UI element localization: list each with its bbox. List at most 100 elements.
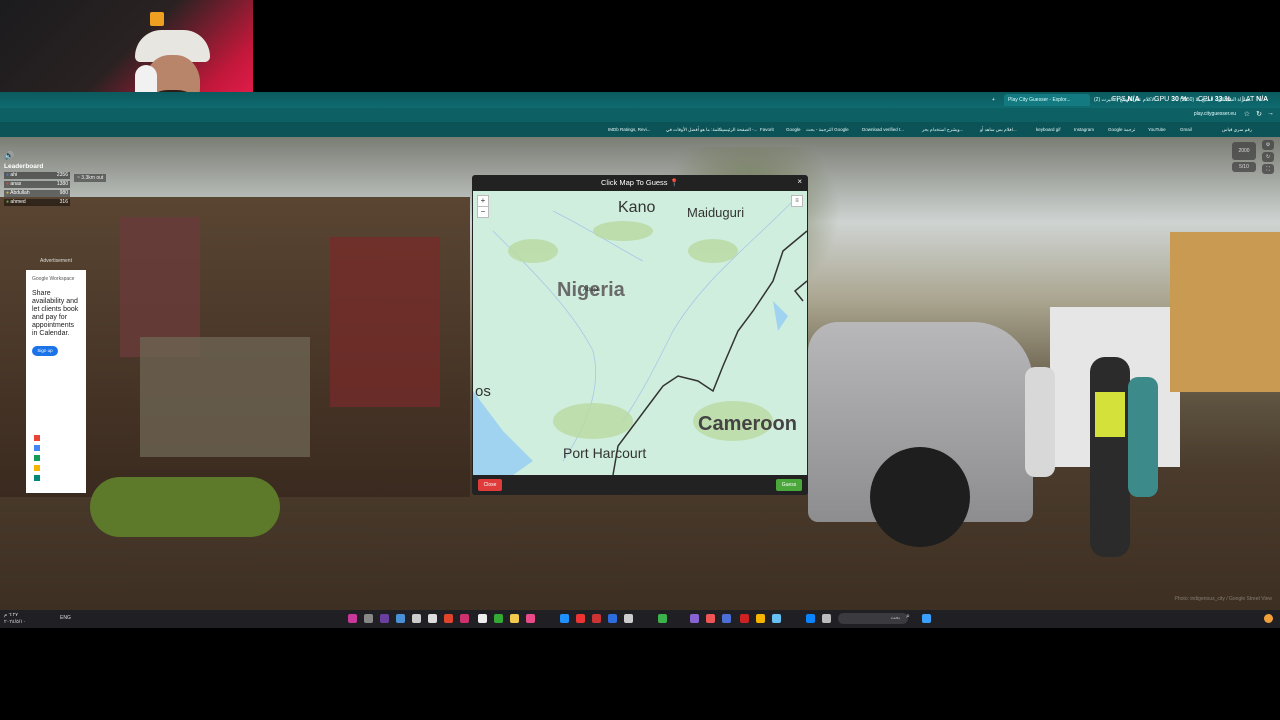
browser-tab-bar: + Play City Guesser - Explor... (2) الاك… [0,92,1280,108]
bookmark-item[interactable]: Favorit [760,122,774,137]
map-label-maiduguri: Maiduguri [687,205,745,220]
watermark: Photo: indigenous_city / Google Street V… [1174,596,1272,602]
distance-hint: ~ 3.3km out [74,174,107,182]
app-icon[interactable] [444,614,453,623]
app-icon[interactable] [822,614,831,623]
instagram-icon[interactable] [460,614,469,623]
tab-cityguesser[interactable]: Play City Guesser - Explor... [1004,94,1090,106]
guess-map[interactable]: Kano Maiduguri Nigeria Abuja os Cameroon… [473,191,807,475]
leaderboard-row: ● Abdullah 980 [4,190,70,197]
language-indicator[interactable]: ENG [60,615,71,621]
map-label-cameroon: Cameroon [698,413,797,435]
taskbar-search[interactable]: بحث [838,613,908,624]
ad-label: Advertisement [40,258,72,264]
ad-brand: Google Workspace [32,276,75,282]
guess-button[interactable]: Guess [776,479,802,491]
zoom-out-button[interactable]: − [477,206,489,218]
dialog-close-x[interactable]: × [797,177,802,186]
pedestrian [1128,377,1158,497]
app-icon[interactable] [364,614,373,623]
bookmark-item[interactable]: كلمة: ما هو أفضل الأوقات في... [666,122,725,137]
leaderboard-title: Leaderboard [4,163,44,170]
gpu-readout: GPU 30 % [1154,96,1188,103]
app-icon[interactable] [412,614,421,623]
round-counter: 5/10 [1232,162,1256,172]
map-label-port-harcourt: Port Harcourt [563,445,647,461]
bookmark-item[interactable]: Instagram [1074,122,1094,137]
bookmark-item[interactable]: YouTube [1148,122,1166,137]
meet-icon [34,475,40,481]
bookmark-item[interactable]: Google [786,122,801,137]
app-icon[interactable] [608,614,617,623]
bookmark-item[interactable]: الصفحة الرئيسية -... [720,122,757,137]
ad-body: Share availability and let clients book … [32,290,79,337]
app-icon[interactable] [560,614,569,623]
app-icon[interactable] [706,614,715,623]
app-icon[interactable] [690,614,699,623]
bookmark-item[interactable]: افلام بس ساهد أو... [980,122,1017,137]
url-text[interactable]: play.cityguesser.eu [1194,111,1236,117]
fps-readout: FPS N/A [1112,96,1140,103]
bookmark-item[interactable]: IMDb Ratings, Revi... [608,122,651,137]
cpu-readout: CPU 33 % [1198,96,1231,103]
car-wheel [870,447,970,547]
app-icon[interactable] [428,614,437,623]
speaker-icon[interactable]: 🔊 [4,151,14,160]
app-icon[interactable] [576,614,585,623]
map-label-kano: Kano [618,199,656,216]
app-icon[interactable] [526,614,535,623]
layers-icon[interactable]: ≡ [791,195,803,207]
drive-icon [34,455,40,461]
fruit-stand [90,477,280,537]
question-block-icon [150,12,164,26]
bookmark-item[interactable]: Download verified t... [862,122,904,137]
gmail-icon [34,435,40,441]
search-icon[interactable]: ⌕ [906,613,910,621]
chrome-icon[interactable] [756,614,765,623]
app-icon[interactable] [494,614,503,623]
app-icon[interactable] [740,614,749,623]
app-icon[interactable] [624,614,633,623]
close-button[interactable]: Close [478,479,502,491]
guess-map-dialog: Click Map To Guess 📍 × Kano Maiduguri Ni… [472,175,808,495]
steam-icon[interactable] [772,614,781,623]
folder-icon[interactable] [510,614,519,623]
refresh-icon[interactable]: ↻ [1262,152,1274,162]
app-icon[interactable] [396,614,405,623]
leaderboard-row: ● ahmed 316 [4,199,70,206]
edge-icon[interactable] [806,614,815,623]
fullscreen-icon[interactable]: ⛶ [1262,164,1274,174]
bookmark-item[interactable]: keyboard gif [1036,122,1061,137]
bookmark-item[interactable]: رقم سري قياس [1222,122,1252,137]
bookmark-item[interactable]: ويشرح استخدام بحر... [922,122,963,137]
pedestrian-yellow-top [1095,392,1125,437]
leaderboard-row: ● anas 1380 [4,181,70,188]
bookmark-star-icon[interactable]: ☆ [1244,110,1250,118]
bookmark-item[interactable]: Google ترجمة [1108,122,1135,137]
refresh-icon[interactable]: ↻ [1256,110,1262,118]
app-icon[interactable] [380,614,389,623]
map-pin-icon: 📍 [669,178,679,187]
pedestrian [1090,357,1130,557]
settings-icon[interactable]: ⚙ [1262,140,1274,150]
hanging-clothes [120,217,200,357]
app-icon[interactable] [348,614,357,623]
weather-icon[interactable] [1264,614,1273,623]
app-icon[interactable] [658,614,667,623]
ad-cta-button[interactable]: Sign up [32,346,58,356]
advertisement[interactable]: Google Workspace Share availability and … [26,270,86,493]
back-icon[interactable]: → [1267,110,1274,117]
bookmarks-bar: رقم سري قياس Gmail YouTube Google ترجمة … [0,122,1280,137]
new-tab-button[interactable]: + [992,94,995,106]
start-button[interactable] [922,614,931,623]
windows-taskbar: ٦:٢٧ م ٢٠٢٤/٥/١٠ ENG بحث ⌕ [0,610,1280,628]
keep-icon [34,465,40,471]
x-icon[interactable] [478,614,487,623]
map-label-lagos-partial: os [475,383,491,400]
app-icon[interactable] [722,614,731,623]
app-icon[interactable] [592,614,601,623]
address-bar[interactable]: play.cityguesser.eu ☆ ↻ → [0,108,1280,122]
bookmark-item[interactable]: Gmail [1180,122,1192,137]
bookmark-item[interactable]: الترجمة - بحث Google [806,122,849,137]
lat-readout: LAT N/A [1242,96,1269,103]
